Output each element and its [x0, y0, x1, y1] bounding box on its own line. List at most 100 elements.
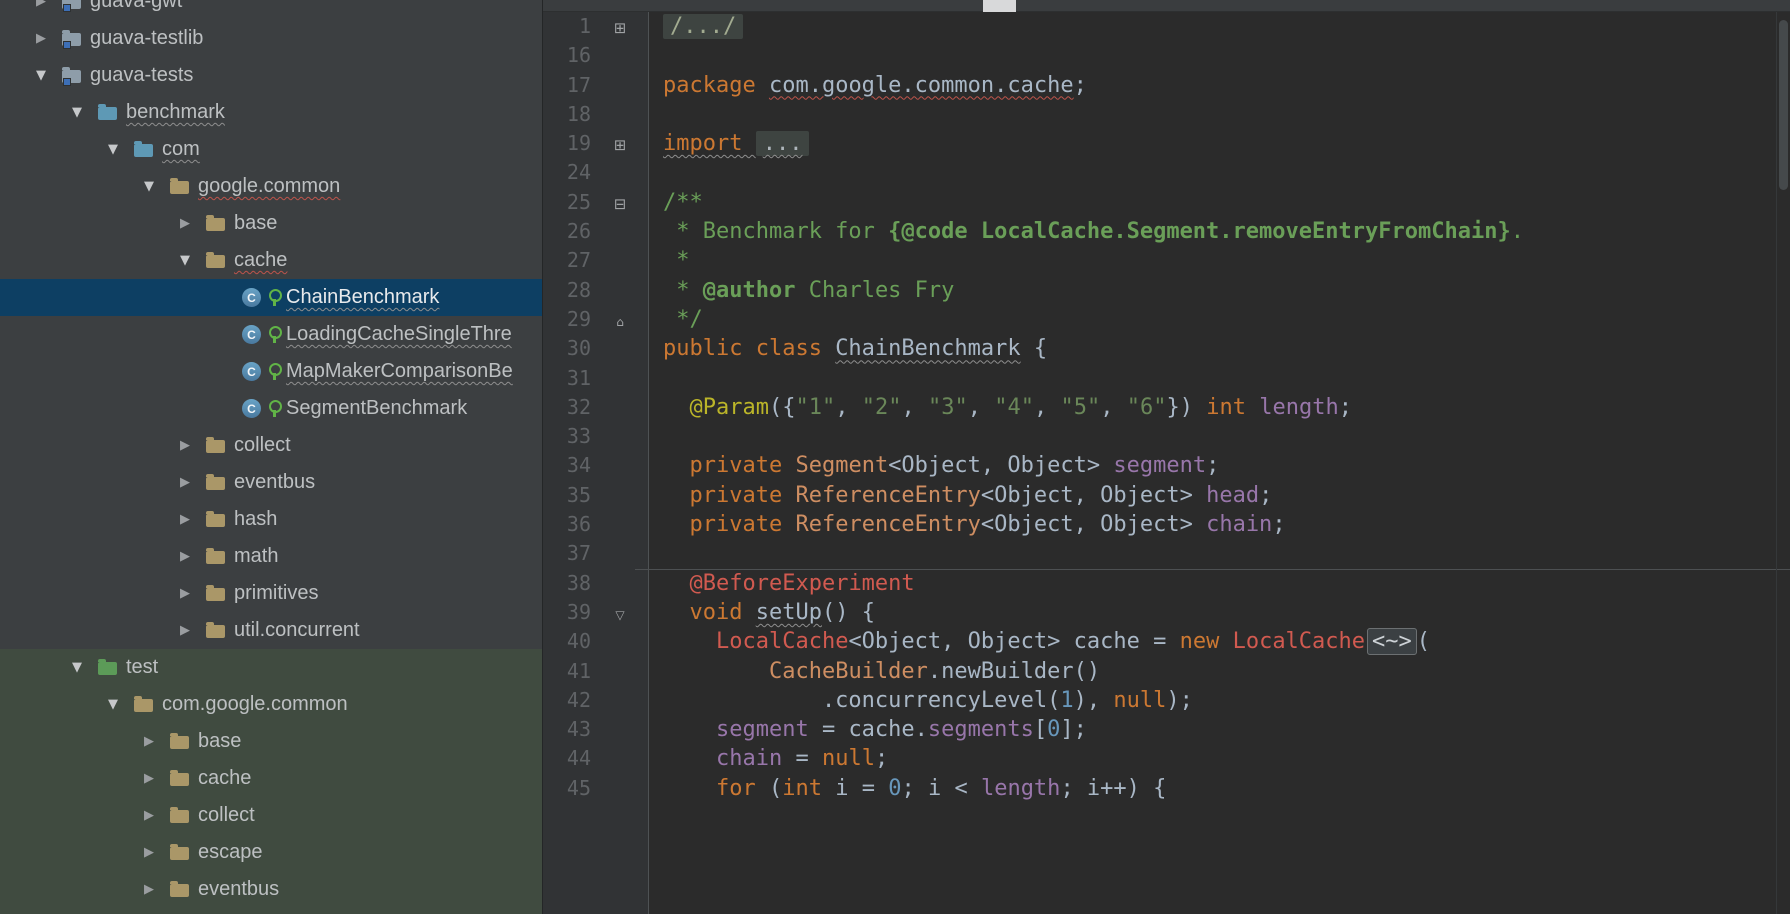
- code-text[interactable]: [649, 158, 663, 187]
- chevron-down-icon[interactable]: ▼: [108, 697, 134, 712]
- chevron-down-icon[interactable]: ▼: [72, 660, 98, 675]
- tree-item-cache[interactable]: ▶ cache: [0, 760, 542, 797]
- scrollbar-thumb[interactable]: [1779, 20, 1788, 190]
- chevron-right-icon[interactable]: ▶: [36, 31, 62, 46]
- chevron-right-icon[interactable]: ▶: [180, 586, 206, 601]
- project-panel: ▶ guava-gwt ▶ guava-testlib ▼ guava-tests ▼ ben…: [0, 0, 543, 914]
- tree-item-escape[interactable]: ▶ escape: [0, 834, 542, 871]
- code-text[interactable]: void setUp() {: [649, 598, 875, 627]
- code-text[interactable]: [649, 364, 663, 393]
- chevron-right-icon[interactable]: ▶: [180, 475, 206, 490]
- tree-item-math[interactable]: ▶ math: [0, 538, 542, 575]
- chevron-right-icon[interactable]: ▶: [180, 549, 206, 564]
- line-number: 18: [566, 101, 591, 126]
- tree-item-eventbus[interactable]: ▶ eventbus: [0, 464, 542, 501]
- tree-item-base[interactable]: ▶ base: [0, 205, 542, 242]
- code-text[interactable]: [649, 41, 663, 70]
- code-text[interactable]: private Segment<Object, Object> segment;: [649, 451, 1220, 480]
- tree-item-collect[interactable]: ▶ collect: [0, 427, 542, 464]
- code-token: ),: [1073, 687, 1114, 713]
- tree-item-loadingcachesinglethre[interactable]: C LoadingCacheSingleThre: [0, 316, 542, 353]
- code-text[interactable]: private ReferenceEntry<Object, Object> c…: [649, 510, 1286, 539]
- tree-item-label: math: [234, 545, 279, 567]
- tree-item-segmentbenchmark[interactable]: C SegmentBenchmark: [0, 390, 542, 427]
- chevron-right-icon[interactable]: ▶: [144, 771, 170, 786]
- chevron-right-icon[interactable]: ▶: [144, 845, 170, 860]
- chevron-right-icon[interactable]: ▶: [180, 216, 206, 231]
- folded-region-chip[interactable]: ...: [755, 131, 810, 157]
- tree-item-guava-tests[interactable]: ▼ guava-tests: [0, 57, 542, 94]
- folded-region-chip[interactable]: <~>: [1367, 628, 1417, 656]
- editor-line: 45 for (int i = 0; i < length; i++) {: [543, 774, 1790, 803]
- code-text[interactable]: [649, 422, 663, 451]
- chevron-down-icon[interactable]: ▼: [144, 179, 170, 194]
- code-text[interactable]: [649, 100, 663, 129]
- code-text[interactable]: .concurrencyLevel(1), null);: [649, 686, 1193, 715]
- code-text[interactable]: /**: [649, 188, 703, 217]
- fold-marker-icon[interactable]: ▽: [591, 598, 649, 627]
- tree-item-base[interactable]: ▶ base: [0, 723, 542, 760]
- tree-item-eventbus[interactable]: ▶ eventbus: [0, 871, 542, 908]
- code-text[interactable]: [649, 539, 663, 568]
- chevron-right-icon[interactable]: ▶: [180, 623, 206, 638]
- tree-item-util-concurrent[interactable]: ▶ util.concurrent: [0, 612, 542, 649]
- fold-marker-icon[interactable]: ⊞: [591, 12, 649, 41]
- chevron-down-icon[interactable]: ▼: [36, 68, 62, 83]
- tree-item-label: collect: [198, 804, 255, 826]
- chevron-down-icon[interactable]: ▼: [108, 142, 134, 157]
- code-text[interactable]: chain = null;: [649, 744, 888, 773]
- chevron-right-icon[interactable]: ▶: [180, 512, 206, 527]
- tree-item-collect[interactable]: ▶ collect: [0, 797, 542, 834]
- code-token: *: [663, 248, 690, 274]
- fold-marker-icon[interactable]: ⊟: [591, 188, 649, 217]
- chevron-down-icon[interactable]: ▼: [72, 105, 98, 120]
- tree-item-com[interactable]: ▼ com: [0, 131, 542, 168]
- code-token: setUp: [755, 599, 822, 625]
- code-text[interactable]: * Benchmark for {@code LocalCache.Segmen…: [649, 217, 1524, 246]
- tree-item-benchmark[interactable]: ▼ benchmark: [0, 94, 542, 131]
- editor-scrollbar[interactable]: [1776, 12, 1790, 914]
- code-text[interactable]: for (int i = 0; i < length; i++) {: [649, 774, 1166, 803]
- tree-item-test[interactable]: ▼ test: [0, 649, 542, 686]
- chevron-right-icon[interactable]: ▶: [180, 438, 206, 453]
- folded-region-chip[interactable]: /.../: [663, 14, 744, 39]
- code-text[interactable]: /.../: [649, 12, 744, 41]
- tree-item-chainbenchmark[interactable]: C ChainBenchmark: [0, 279, 542, 316]
- fold-marker-icon[interactable]: ⊞: [591, 129, 649, 158]
- editor-panel[interactable]: 1 ⊞/.../16 17 package com.google.common.cac…: [543, 0, 1790, 914]
- chevron-right-icon[interactable]: ▶: [144, 808, 170, 823]
- line-number: 44: [566, 746, 591, 771]
- code-text[interactable]: segment = cache.segments[0];: [649, 715, 1087, 744]
- chevron-right-icon[interactable]: ▶: [36, 0, 62, 9]
- code-token: () {: [821, 599, 875, 625]
- code-text[interactable]: @BeforeExperiment: [649, 569, 915, 598]
- code-text[interactable]: public class ChainBenchmark {: [649, 334, 1047, 363]
- chevron-down-icon[interactable]: ▼: [180, 253, 206, 268]
- tree-item-mapmakercomparisonbe[interactable]: C MapMakerComparisonBe: [0, 353, 542, 390]
- tree-item-primitives[interactable]: ▶ primitives: [0, 575, 542, 612]
- code-text[interactable]: package com.google.common.cache;: [649, 71, 1087, 100]
- code-text[interactable]: CacheBuilder.newBuilder(): [649, 657, 1100, 686]
- fold-marker-icon[interactable]: ⌂: [591, 305, 649, 334]
- code-text[interactable]: @Param({"1", "2", "3", "4", "5", "6"}) i…: [649, 393, 1352, 422]
- code-text[interactable]: private ReferenceEntry<Object, Object> h…: [649, 481, 1273, 510]
- tree-item-cache[interactable]: ▼ cache: [0, 242, 542, 279]
- code-text[interactable]: LocalCache<Object, Object> cache = new L…: [649, 627, 1430, 656]
- code-text[interactable]: * @author Charles Fry: [649, 276, 954, 305]
- tree-item-google-common[interactable]: ▼ google.common: [0, 168, 542, 205]
- code-text[interactable]: import ...: [649, 129, 810, 158]
- chevron-right-icon[interactable]: ▶: [144, 882, 170, 897]
- code-token: Charles Fry: [795, 277, 955, 303]
- tree-item-guava-gwt[interactable]: ▶ guava-gwt: [0, 0, 542, 20]
- fold-gutter: [591, 393, 649, 422]
- tree-item-guava-testlib[interactable]: ▶ guava-testlib: [0, 20, 542, 57]
- code-text[interactable]: */: [649, 305, 703, 334]
- project-tree: ▶ guava-gwt ▶ guava-testlib ▼ guava-tests ▼ ben…: [0, 0, 542, 914]
- tree-item-hash[interactable]: ▶ hash: [0, 501, 542, 538]
- code-text[interactable]: *: [649, 246, 690, 275]
- chevron-right-icon[interactable]: ▶: [144, 734, 170, 749]
- tree-item-label: benchmark: [126, 101, 225, 123]
- tree-item-com-google-common[interactable]: ▼ com.google.common: [0, 686, 542, 723]
- editor-line: 18: [543, 100, 1790, 129]
